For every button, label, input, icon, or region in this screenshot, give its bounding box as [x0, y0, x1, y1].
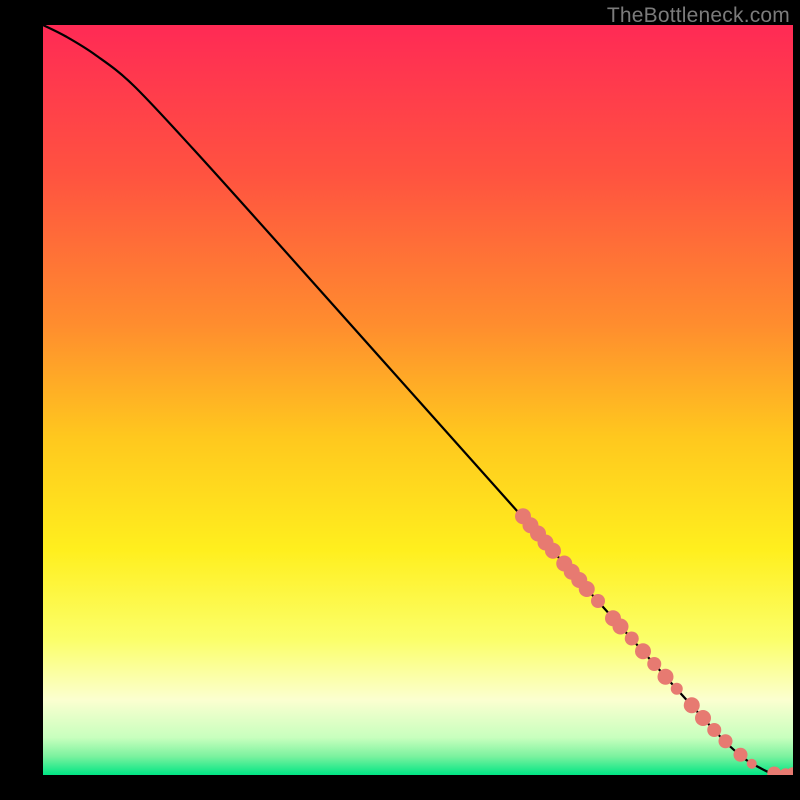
marker-dot: [695, 710, 711, 726]
chart-plot-area: [43, 25, 793, 775]
marker-dot: [747, 759, 757, 769]
marker-dot: [545, 543, 561, 559]
marker-dot: [613, 619, 629, 635]
marker-dot: [647, 657, 661, 671]
marker-dot: [579, 581, 595, 597]
marker-dot: [734, 748, 748, 762]
marker-dot: [719, 734, 733, 748]
chart-svg: [43, 25, 793, 775]
marker-dot: [658, 669, 674, 685]
marker-dot: [707, 723, 721, 737]
marker-dot: [625, 632, 639, 646]
marker-dot: [591, 594, 605, 608]
marker-dot: [671, 683, 683, 695]
marker-dot: [635, 643, 651, 659]
marker-dot: [684, 697, 700, 713]
